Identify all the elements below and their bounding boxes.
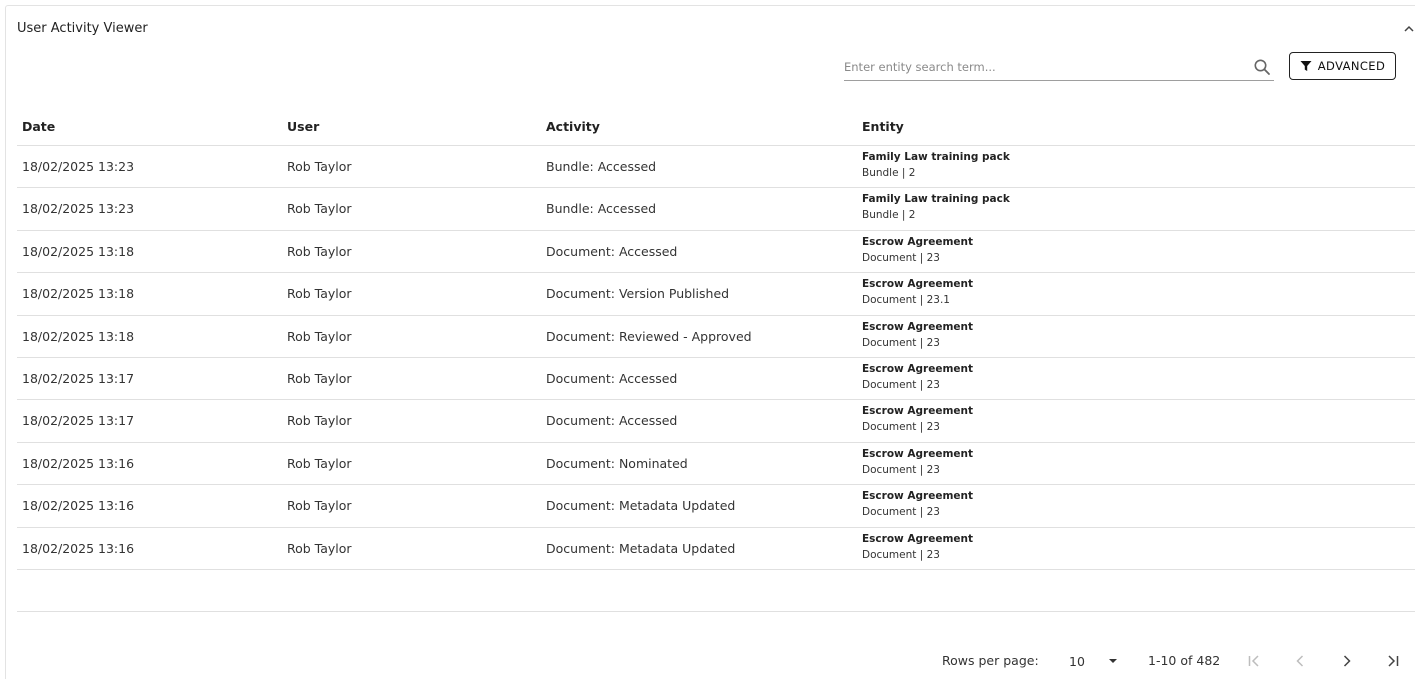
- cell-entity-type: Document | 23: [862, 378, 940, 391]
- table-row[interactable]: 18/02/2025 13:16 Rob Taylor Document: No…: [17, 443, 1415, 486]
- cell-activity: Bundle: Accessed: [546, 159, 657, 174]
- page-range-text: 1-10 of 482: [1148, 653, 1221, 668]
- cell-entity-name: Escrow Agreement: [862, 405, 974, 418]
- cell-activity: Document: Metadata Updated: [546, 498, 736, 514]
- cell-entity-name: Escrow Agreement: [862, 447, 974, 460]
- cell-date: 18/02/2025 13:18: [22, 286, 135, 302]
- cell-user: Rob Taylor: [287, 243, 352, 259]
- rows-per-page-select[interactable]: 10: [1069, 649, 1119, 673]
- cell-entity-type: Document | 23: [862, 506, 940, 519]
- advanced-filter-button[interactable]: ADVANCED: [1289, 52, 1396, 80]
- first-page-button[interactable]: [1242, 649, 1266, 673]
- header-date[interactable]: Date: [22, 119, 55, 134]
- cell-user: Rob Taylor: [287, 286, 352, 302]
- next-page-button[interactable]: [1335, 649, 1359, 673]
- last-page-button[interactable]: [1381, 649, 1405, 673]
- cell-user: Rob Taylor: [287, 498, 352, 514]
- table-row[interactable]: 18/02/2025 13:18 Rob Taylor Document: Ac…: [17, 231, 1415, 274]
- cell-user: Rob Taylor: [287, 540, 352, 556]
- user-activity-panel: User Activity Viewer ADVANCED Date User …: [5, 5, 1415, 679]
- cell-activity: Document: Metadata Updated: [546, 540, 736, 556]
- search-input[interactable]: [844, 58, 1239, 76]
- header-user[interactable]: User: [287, 119, 319, 134]
- cell-entity-type: Bundle | 2: [862, 209, 916, 222]
- cell-user: Rob Taylor: [287, 370, 352, 386]
- cell-user: Rob Taylor: [287, 455, 352, 471]
- activity-table: Date User Activity Entity 18/02/2025 13:…: [17, 100, 1415, 612]
- header-activity[interactable]: Activity: [546, 119, 600, 134]
- cell-entity-type: Document | 23: [862, 463, 940, 476]
- cell-activity: Bundle: Accessed: [546, 201, 657, 217]
- cell-date: 18/02/2025 13:16: [22, 540, 135, 556]
- table-row[interactable]: 18/02/2025 13:23 Rob Taylor Bundle: Acce…: [17, 188, 1415, 231]
- pagination-bar: Rows per page: 10 1-10 of 482: [6, 636, 1415, 676]
- cell-date: 18/02/2025 13:16: [22, 455, 135, 471]
- cell-entity-type: Document | 23: [862, 336, 940, 349]
- cell-date: 18/02/2025 13:23: [22, 201, 135, 217]
- chevron-right-icon: [1343, 655, 1351, 667]
- first-page-icon: [1248, 655, 1259, 667]
- cell-entity-type: Document | 23: [862, 421, 940, 434]
- rows-per-page-value: 10: [1069, 653, 1085, 669]
- cell-user: Rob Taylor: [287, 328, 352, 344]
- cell-date: 18/02/2025 13:18: [22, 328, 135, 344]
- header-entity[interactable]: Entity: [862, 119, 904, 134]
- cell-entity-name: Escrow Agreement: [862, 278, 974, 291]
- cell-date: 18/02/2025 13:18: [22, 243, 135, 259]
- cell-user: Rob Taylor: [287, 159, 352, 174]
- last-page-icon: [1388, 655, 1399, 667]
- table-row[interactable]: 18/02/2025 13:18 Rob Taylor Document: Re…: [17, 316, 1415, 358]
- search-icon[interactable]: [1253, 58, 1271, 76]
- table-row[interactable]: 18/02/2025 13:18 Rob Taylor Document: Ve…: [17, 273, 1415, 316]
- cell-user: Rob Taylor: [287, 201, 352, 217]
- cell-date: 18/02/2025 13:17: [22, 370, 135, 386]
- cell-activity: Document: Reviewed - Approved: [546, 328, 752, 344]
- cell-entity-type: Document | 23: [862, 251, 940, 264]
- cell-entity-name: Escrow Agreement: [862, 532, 974, 545]
- cell-activity: Document: Nominated: [546, 455, 688, 471]
- cell-date: 18/02/2025 13:16: [22, 498, 135, 514]
- cell-activity: Document: Version Published: [546, 286, 730, 302]
- cell-entity-name: Escrow Agreement: [862, 320, 974, 333]
- previous-page-button[interactable]: [1288, 649, 1312, 673]
- entity-search: [844, 54, 1274, 81]
- cell-activity: Document: Accessed: [546, 370, 678, 386]
- cell-entity-name: Family Law training pack: [862, 151, 1010, 163]
- cell-user: Rob Taylor: [287, 413, 352, 429]
- cell-entity-type: Document | 23: [862, 548, 940, 561]
- caret-down-icon: [1109, 659, 1117, 663]
- cell-date: 18/02/2025 13:17: [22, 413, 135, 429]
- cell-activity: Document: Accessed: [546, 243, 678, 259]
- table-spacer-row: [17, 570, 1415, 612]
- chevron-up-icon[interactable]: [1402, 22, 1415, 36]
- rows-per-page-label: Rows per page:: [942, 653, 1039, 668]
- cell-entity-name: Escrow Agreement: [862, 362, 974, 375]
- cell-entity-name: Family Law training pack: [862, 193, 1010, 206]
- table-row[interactable]: 18/02/2025 13:23 Rob Taylor Bundle: Acce…: [17, 146, 1415, 189]
- advanced-button-label: ADVANCED: [1317, 59, 1386, 73]
- chevron-left-icon: [1296, 655, 1304, 667]
- cell-activity: Document: Accessed: [546, 413, 678, 429]
- cell-entity-type: Document | 23.1: [862, 294, 950, 307]
- table-row[interactable]: 18/02/2025 13:17 Rob Taylor Document: Ac…: [17, 358, 1415, 401]
- cell-date: 18/02/2025 13:23: [22, 159, 135, 174]
- cell-entity-name: Escrow Agreement: [862, 235, 974, 248]
- panel-title: User Activity Viewer: [17, 21, 148, 36]
- filter-icon: [1300, 61, 1312, 71]
- table-row[interactable]: 18/02/2025 13:16 Rob Taylor Document: Me…: [17, 485, 1415, 528]
- table-row[interactable]: 18/02/2025 13:17 Rob Taylor Document: Ac…: [17, 400, 1415, 443]
- cell-entity-type: Bundle | 2: [862, 167, 916, 179]
- table-row[interactable]: 18/02/2025 13:16 Rob Taylor Document: Me…: [17, 528, 1415, 570]
- table-header: Date User Activity Entity: [17, 100, 1415, 146]
- cell-entity-name: Escrow Agreement: [862, 490, 974, 503]
